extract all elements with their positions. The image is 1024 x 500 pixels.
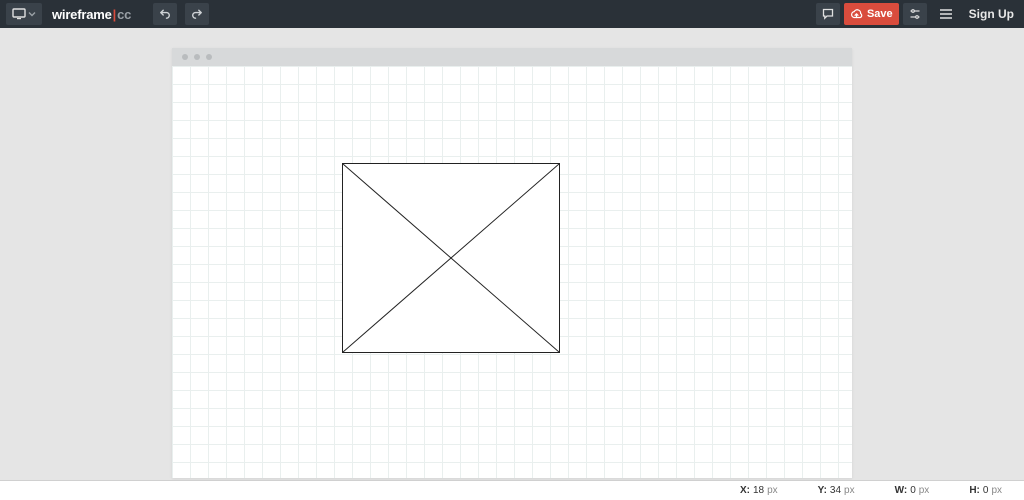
window-dot-icon (194, 54, 200, 60)
status-h-value: 0 (983, 485, 989, 496)
menu-button[interactable] (935, 3, 957, 25)
status-y-unit: px (844, 485, 855, 496)
signup-link[interactable]: Sign Up (965, 3, 1018, 25)
status-x-value: 18 (753, 485, 764, 496)
status-w-label: W: (895, 485, 908, 496)
status-h-label: H: (969, 485, 980, 496)
comment-icon (822, 8, 834, 20)
window-dot-icon (182, 54, 188, 60)
undo-button[interactable] (153, 3, 177, 25)
brand-logo: wireframe|cc (52, 7, 131, 22)
redo-icon (191, 8, 203, 20)
comment-button[interactable] (816, 3, 840, 25)
menu-icon (939, 8, 953, 20)
workspace (0, 28, 1024, 480)
window-dot-icon (206, 54, 212, 60)
save-cloud-icon (850, 9, 863, 20)
canvas[interactable] (172, 66, 852, 478)
status-x-label: X: (740, 485, 750, 496)
status-y-label: Y: (818, 485, 827, 496)
status-h-unit: px (991, 485, 1002, 496)
image-placeholder[interactable] (342, 163, 560, 353)
device-selector[interactable] (6, 3, 42, 25)
settings-button[interactable] (903, 3, 927, 25)
save-label: Save (867, 8, 893, 20)
status-w-value: 0 (910, 485, 916, 496)
statusbar: X: 18 px Y: 34 px W: 0 px H: 0 px (0, 480, 1024, 500)
status-y-value: 34 (830, 485, 841, 496)
redo-button[interactable] (185, 3, 209, 25)
brand-sep: | (113, 7, 116, 22)
topbar: wireframe|cc Save Sign Up (0, 0, 1024, 28)
status-w: W: 0 px (895, 485, 930, 496)
undo-icon (159, 8, 171, 20)
status-x: X: 18 px (740, 485, 778, 496)
status-w-unit: px (919, 485, 930, 496)
browser-window (172, 48, 852, 478)
brand-sub: cc (117, 7, 131, 22)
save-button[interactable]: Save (844, 3, 899, 25)
status-y: Y: 34 px (818, 485, 855, 496)
browser-chrome (172, 48, 852, 66)
brand-main: wireframe (52, 7, 112, 22)
sliders-icon (909, 8, 921, 20)
status-h: H: 0 px (969, 485, 1002, 496)
status-x-unit: px (767, 485, 778, 496)
